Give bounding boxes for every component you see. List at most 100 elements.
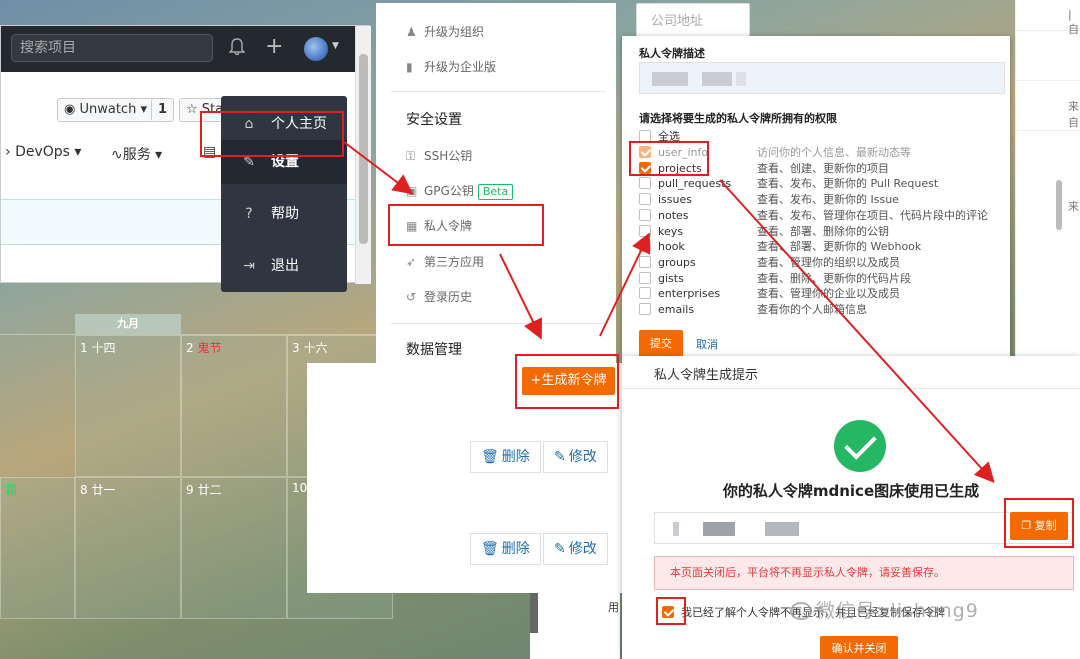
checkbox[interactable] <box>639 303 651 315</box>
sidebar-item-upgrade-org[interactable]: ♟ 升级为组织 <box>406 23 484 40</box>
history-icon: ↺ <box>406 290 417 304</box>
token-icon: ▦ <box>406 219 418 233</box>
scope-row[interactable]: groups 查看、管理你的组织以及成员 <box>639 254 900 270</box>
warning-alert: 本页面关闭后，平台将不再显示私人令牌，请妥善保存。 <box>654 556 1074 590</box>
checkbox[interactable] <box>639 130 651 142</box>
menu-item-settings[interactable]: ✎ 设置 <box>221 140 347 184</box>
dialog-title: 私人令牌生成提示 <box>654 368 759 383</box>
scope-name: emails <box>658 303 695 316</box>
key-icon: ⚿ <box>406 149 416 163</box>
calendar-day[interactable]: 9 廿二 <box>181 477 287 619</box>
menu-item-logout[interactable]: ⇥ 退出 <box>221 244 347 288</box>
scope-row[interactable]: emails 查看你的个人邮箱信息 <box>639 301 867 317</box>
checkbox[interactable] <box>639 224 651 237</box>
security-heading: 安全设置 <box>406 112 462 128</box>
scope-row[interactable]: notes 查看、发布、管理你在项目、代码片段中的评论 <box>639 207 988 223</box>
scope-name: issues <box>658 193 692 207</box>
select-all-checkbox[interactable]: 全选 <box>639 128 757 144</box>
scope-label: 请选择将要生成的私人令牌所拥有的权限 <box>639 112 837 125</box>
calendar-day[interactable]: 1 十四 <box>75 335 181 477</box>
checkbox[interactable] <box>639 161 651 174</box>
scope-name: user_info <box>658 146 709 159</box>
scope-row[interactable]: gists 查看、删除、更新你的代码片段 <box>639 270 911 286</box>
menu-item-help[interactable]: ? 帮助 <box>221 192 347 236</box>
scope-name: keys <box>658 224 683 238</box>
checkbox[interactable] <box>639 255 651 268</box>
checkbox[interactable] <box>639 208 651 221</box>
scope-description: 查看、删除、更新你的代码片段 <box>757 271 911 285</box>
checkbox[interactable] <box>639 177 651 190</box>
logout-icon: ⇥ <box>243 258 255 274</box>
calendar-festival: 鬼节 <box>197 341 222 355</box>
devops-menu[interactable]: › DevOps ▾ <box>5 144 81 160</box>
watch-count[interactable]: 1 <box>151 98 175 122</box>
search-input[interactable]: 搜索项目 <box>11 34 213 62</box>
checkbox[interactable] <box>639 193 651 206</box>
calendar-day[interactable]: 2 鬼节 <box>181 335 287 477</box>
scope-name: gists <box>658 271 684 285</box>
services-menu[interactable]: ∿服务 ▾ <box>111 144 162 164</box>
checkbox[interactable] <box>639 146 651 158</box>
cancel-button[interactable]: 取消 <box>696 336 718 352</box>
edit-icon: ✎ <box>243 154 255 170</box>
data-heading: 数据管理 <box>406 342 462 358</box>
checkbox[interactable] <box>662 606 674 618</box>
scope-name: pull_requests <box>658 177 732 191</box>
edit-icon: ✎ <box>554 449 566 465</box>
copy-button[interactable]: ❐ 复制 <box>1010 512 1068 540</box>
eye-icon: ◉ <box>64 102 76 117</box>
delete-button[interactable]: 🗑 删除 <box>470 533 541 565</box>
sidebar-item-gpg[interactable]: ▣ GPG公钥 Beta <box>406 182 514 200</box>
scope-row[interactable]: hook 查看、部署、更新你的 Webhook <box>639 238 921 254</box>
avatar[interactable] <box>304 37 328 61</box>
scope-name: hook <box>658 240 685 254</box>
calendar-day[interactable]: 8 廿一 <box>75 477 181 619</box>
doc-icon[interactable]: ▤ <box>203 144 216 160</box>
checkbox[interactable] <box>639 240 651 253</box>
scope-description: 访问你的个人信息、最新动态等 <box>757 146 911 159</box>
sidebar-item-upgrade-enterprise[interactable]: ▮ 升级为企业版 <box>406 58 496 75</box>
scrollbar[interactable] <box>1056 180 1062 230</box>
scope-row[interactable]: keys 查看、部署、删除你的公钥 <box>639 223 889 239</box>
delete-button[interactable]: 🗑 删除 <box>470 441 541 473</box>
scope-description: 查看、管理你的企业以及成员 <box>757 287 900 301</box>
scope-name: projects <box>658 161 702 175</box>
edit-button[interactable]: ✎ 修改 <box>543 533 608 565</box>
company-address-input[interactable]: 公司地址 <box>636 3 750 39</box>
scope-row[interactable]: projects 查看、创建、更新你的项目 <box>639 160 889 176</box>
permission-dialog: 私人令牌描述 请选择将要生成的私人令牌所拥有的权限 全选 user_info 访问… <box>622 36 1010 358</box>
checkbox[interactable] <box>639 287 651 300</box>
sidebar-item-ssh[interactable]: ⚿ SSH公钥 <box>406 147 472 164</box>
scope-row[interactable]: pull_requests 查看、发布、更新你的 Pull Request <box>639 175 938 191</box>
plus-icon[interactable]: + <box>265 34 283 59</box>
devops-icon: › <box>5 144 11 160</box>
submit-button[interactable]: 提交 <box>639 330 683 358</box>
chevron-down-icon[interactable]: ▼ <box>332 41 339 51</box>
divider <box>622 388 1080 389</box>
copy-icon: ❐ <box>1021 519 1035 532</box>
generate-token-button[interactable]: +生成新令牌 <box>522 367 615 395</box>
scope-row[interactable]: enterprises 查看、管理你的企业以及成员 <box>639 285 900 301</box>
scope-description: 查看、发布、管理你在项目、代码片段中的评论 <box>757 208 988 222</box>
background-fragment: 用 <box>530 593 620 659</box>
unwatch-button[interactable]: ◉ Unwatch ▾ <box>57 98 154 122</box>
scope-name: notes <box>658 208 689 222</box>
edit-icon: ✎ <box>554 541 566 557</box>
token-generated-dialog: 私人令牌生成提示 你的私人令牌mdnice图床使用已生成 ❐ 复制 本页面关闭后… <box>622 356 1080 659</box>
scrollbar[interactable] <box>355 26 371 284</box>
calendar-day[interactable]: 霜 <box>0 477 75 619</box>
scope-row[interactable]: issues 查看、发布、更新你的 Issue <box>639 191 899 207</box>
edit-button[interactable]: ✎ 修改 <box>543 441 608 473</box>
scope-description: 查看、发布、更新你的 Issue <box>757 193 899 207</box>
user-dropdown-menu: ⌂ 个人主页 ✎ 设置 ? 帮助 ⇥ 退出 <box>221 96 347 292</box>
trash-icon: 🗑 <box>481 449 499 465</box>
scope-row[interactable]: user_info 访问你的个人信息、最新动态等 <box>639 144 911 160</box>
checkbox[interactable] <box>639 271 651 284</box>
sidebar-item-third-party[interactable]: ➶ 第三方应用 <box>406 253 484 270</box>
token-desc-input[interactable] <box>639 62 1005 94</box>
sidebar-item-token[interactable]: ▦ 私人令牌 <box>406 217 472 234</box>
sidebar-item-login-history[interactable]: ↺ 登录历史 <box>406 288 472 305</box>
scope-description: 查看、部署、更新你的 Webhook <box>757 240 922 254</box>
confirm-close-button[interactable]: 确认并关闭 <box>820 636 898 659</box>
bell-icon[interactable] <box>228 38 247 58</box>
